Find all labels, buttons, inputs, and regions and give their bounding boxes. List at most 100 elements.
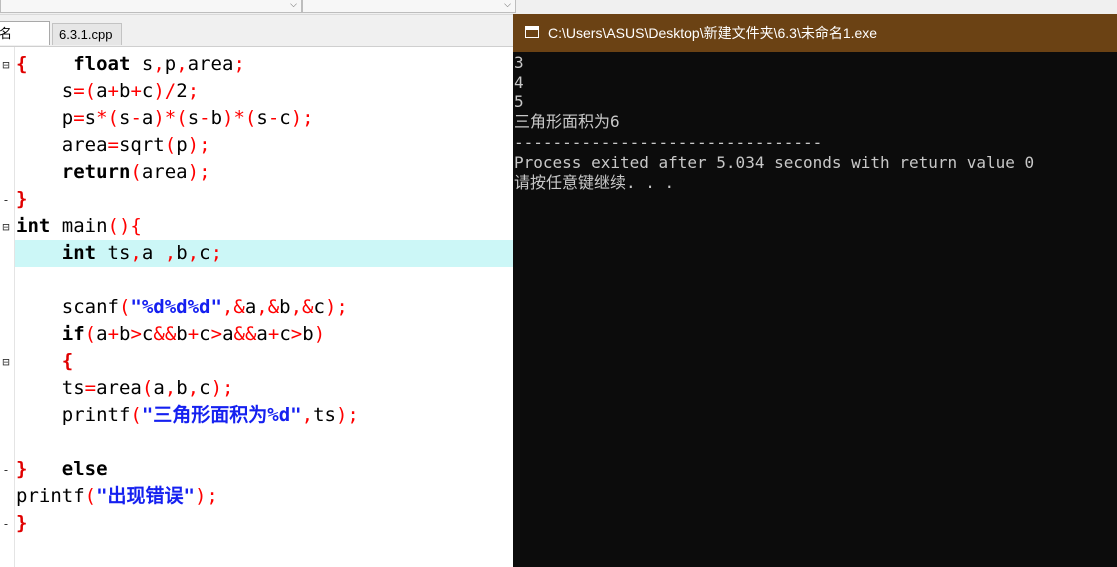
- code-token: ,&: [290, 296, 314, 318]
- code-token: if: [61, 323, 85, 345]
- code-token: a: [153, 377, 165, 399]
- code-line[interactable]: printf("出现错误");: [16, 483, 218, 510]
- code-token: b: [176, 377, 188, 399]
- code-token: b: [210, 107, 223, 129]
- code-token: a: [222, 323, 234, 345]
- console-line: 请按任意键继续. . .: [514, 173, 675, 192]
- code-token: ts: [313, 404, 336, 426]
- code-token: ts: [96, 242, 131, 264]
- code-line[interactable]: area=sqrt(p);: [16, 132, 211, 159]
- code-token: -: [267, 107, 280, 129]
- code-token: "三角形面积为%d": [141, 404, 302, 426]
- toolbar-combo-right[interactable]: ⌵: [302, 0, 516, 13]
- code-token: b: [176, 323, 188, 345]
- code-token: a: [141, 242, 165, 264]
- code-token: c: [199, 377, 211, 399]
- code-token: (){: [107, 215, 142, 237]
- code-token: ,: [176, 53, 188, 75]
- code-token: area: [141, 161, 188, 183]
- code-token: s: [16, 80, 74, 102]
- code-token: ): [313, 323, 326, 345]
- code-token: ts: [16, 377, 85, 399]
- code-line[interactable]: p=s*(s-a)*(s-b)*(s-c);: [16, 105, 314, 132]
- console-line: 3: [514, 53, 524, 72]
- console-line: --------------------------------: [514, 133, 823, 152]
- console-title-bar[interactable]: C:\Users\ASUS\Desktop\新建文件夹\6.3\未命名1.exe: [513, 14, 1117, 52]
- editor-gutter: ⊟ - ⊟ ⊟ - -: [0, 47, 15, 567]
- code-token: );: [290, 107, 314, 129]
- code-line[interactable]: } else: [16, 456, 108, 483]
- code-token: &&: [233, 323, 257, 345]
- code-editor[interactable]: ⊟ - ⊟ ⊟ - - { float s,p,area; s=(a+b+c)/2; p=…: [0, 47, 514, 567]
- code-line[interactable]: { float s,p,area;: [16, 51, 245, 78]
- console-window-icon: [525, 26, 539, 38]
- code-token: )*(: [222, 107, 257, 129]
- tab-file-2[interactable]: 6.3.1.cpp: [52, 23, 122, 45]
- code-token: );: [187, 161, 211, 183]
- code-token: b: [119, 323, 131, 345]
- console-line: 三角形面积为6: [514, 112, 620, 131]
- code-token: -: [130, 107, 142, 129]
- code-token: p: [16, 107, 74, 129]
- code-token: {: [16, 53, 28, 75]
- code-line[interactable]: s=(a+b+c)/2;: [16, 78, 199, 105]
- code-token: c: [279, 323, 291, 345]
- code-line[interactable]: printf("三角形面积为%d",ts);: [16, 402, 359, 429]
- code-token: (: [130, 161, 142, 183]
- code-token: ,&: [221, 296, 245, 318]
- code-token: ;: [187, 80, 200, 102]
- code-line[interactable]: }: [16, 186, 27, 213]
- code-token: else: [61, 458, 108, 480]
- code-token: 2: [176, 80, 188, 102]
- toolbar: ⌵ ⌵: [0, 0, 1117, 15]
- code-token: b: [119, 80, 131, 102]
- code-token: area: [16, 134, 108, 156]
- code-token: );: [194, 485, 218, 507]
- code-token: ,: [187, 242, 200, 264]
- code-token: ,: [153, 53, 165, 75]
- fold-toggle-icon[interactable]: ⊟: [0, 220, 12, 234]
- code-token: (: [164, 134, 177, 156]
- code-token: ,: [187, 377, 200, 399]
- tab-file-1[interactable]: 名1.cpp: [0, 21, 50, 65]
- code-token: ,: [130, 242, 142, 264]
- code-token: );: [187, 134, 211, 156]
- code-token: =: [107, 134, 119, 156]
- code-token: "%d%d%d": [130, 296, 222, 318]
- fold-end-marker: -: [2, 517, 10, 531]
- console-output[interactable]: 3 4 5 三角形面积为6 ------------------------------…: [513, 52, 1117, 567]
- code-token: c: [141, 323, 154, 345]
- code-line[interactable]: ts=area(a,b,c);: [16, 375, 234, 402]
- code-token: c: [141, 80, 154, 102]
- fold-toggle-icon[interactable]: ⊟: [0, 355, 12, 369]
- code-token: >: [290, 323, 303, 345]
- code-token: s: [84, 107, 97, 129]
- code-token: &&: [153, 323, 177, 345]
- console-window[interactable]: C:\Users\ASUS\Desktop\新建文件夹\6.3\未命名1.exe…: [513, 14, 1117, 567]
- code-token: (: [118, 296, 131, 318]
- code-token: =: [73, 107, 85, 129]
- code-line[interactable]: }: [16, 510, 27, 537]
- code-line[interactable]: if(a+b>c&&b+c>a&&a+c>b): [16, 321, 325, 348]
- code-token: p: [164, 53, 177, 75]
- code-line[interactable]: scanf("%d%d%d",&a,&b,&c);: [16, 294, 348, 321]
- code-line[interactable]: return(area);: [16, 159, 211, 186]
- toolbar-combo-left[interactable]: ⌵: [0, 0, 302, 13]
- code-token: a: [244, 296, 257, 318]
- code-token: >: [210, 323, 223, 345]
- code-line[interactable]: int ts,a ,b,c;: [16, 240, 222, 267]
- code-token: printf: [16, 404, 131, 426]
- fold-end-marker: -: [2, 463, 10, 477]
- code-token: area: [187, 53, 234, 75]
- code-token: =(: [73, 80, 97, 102]
- code-line[interactable]: {: [16, 348, 73, 375]
- fold-end-marker: -: [2, 193, 10, 207]
- code-line[interactable]: int main(){: [16, 213, 142, 240]
- code-token: p: [176, 134, 188, 156]
- fold-toggle-icon[interactable]: ⊟: [0, 58, 12, 72]
